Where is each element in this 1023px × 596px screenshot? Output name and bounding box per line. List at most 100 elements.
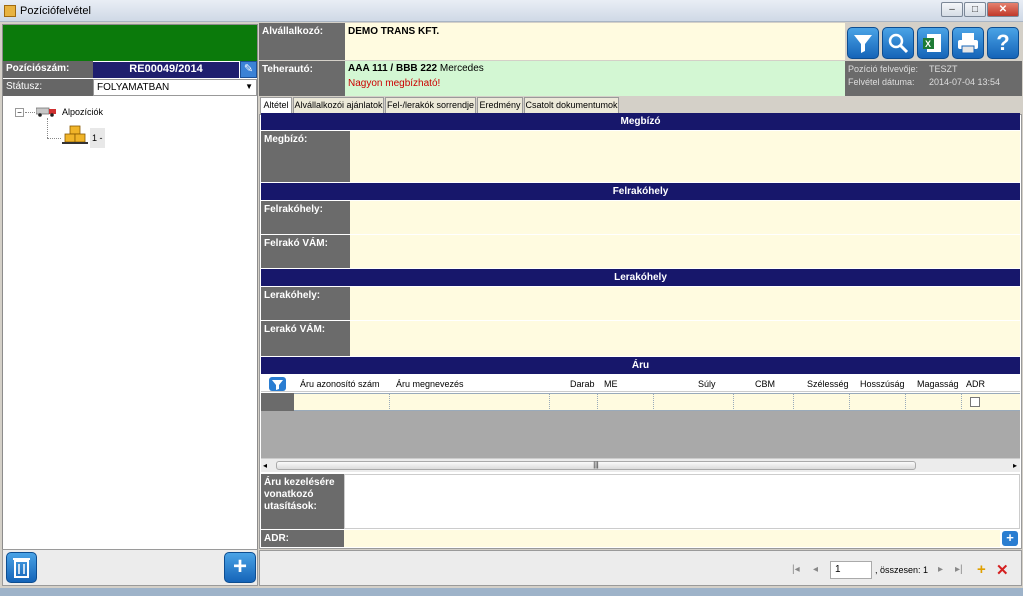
tab-csatolt-dokumentumok[interactable]: Csatolt dokumentumok [524, 97, 619, 114]
table-row[interactable] [294, 393, 1020, 411]
col-suly[interactable]: Súly [695, 376, 719, 392]
scroll-left-icon[interactable]: ◂ [263, 461, 267, 470]
first-page-icon[interactable]: |◂ [792, 564, 800, 575]
filter-icon [854, 35, 872, 53]
cell-aru-azonosito[interactable] [294, 394, 390, 411]
last-page-icon[interactable]: ▸| [955, 564, 963, 575]
felrako-vam-label: Felrakó VÁM: [261, 235, 350, 268]
scrollbar-thumb[interactable]: ||| [276, 461, 916, 470]
help-icon: ? [996, 30, 1010, 55]
tree-root-label[interactable]: Alpozíciók [62, 107, 103, 117]
status-color-bar [3, 25, 257, 61]
tree-child-label[interactable]: 1 - [90, 128, 105, 148]
col-adr[interactable]: ADR [963, 376, 988, 392]
kezeles-label: Áru kezelésére vonatkozó utasítások: [261, 474, 344, 529]
grid-horizontal-scrollbar[interactable]: ◂ ||| ▸ [261, 458, 1020, 472]
kezeles-field[interactable] [344, 474, 1020, 529]
cell-me[interactable] [598, 394, 654, 411]
grid-row-header [261, 393, 294, 411]
teherauto-plate: AAA 111 / BBB 222 [348, 63, 438, 74]
col-magassag[interactable]: Magasság [914, 376, 962, 392]
pozicioszam-value: RE00049/2014 [93, 62, 239, 78]
teherauto-field[interactable]: AAA 111 / BBB 222 Mercedes Nagyon megbíz… [345, 61, 845, 96]
svg-text:X: X [925, 39, 931, 49]
felrako-vam-field[interactable] [350, 235, 1020, 268]
tree-line [25, 112, 35, 113]
tab-fel-lerakok-sorrendje[interactable]: Fel-/lerakók sorrendje [385, 97, 476, 114]
prev-page-icon[interactable]: ◂ [813, 564, 818, 575]
truck-icon [35, 106, 58, 117]
boxes-icon [61, 124, 89, 146]
next-page-icon[interactable]: ▸ [938, 564, 943, 575]
col-aru-megnevezes[interactable]: Áru megnevezés [393, 376, 467, 392]
col-darab[interactable]: Darab [567, 376, 598, 392]
grid-filter-icon[interactable] [269, 377, 286, 391]
adr-label: ADR: [261, 530, 344, 547]
add-record-icon[interactable]: + [977, 561, 986, 578]
meta-info-panel: Pozíció felvevője: TESZT Felvétel dátuma… [845, 61, 1022, 96]
aru-grid-header: Áru azonosító szám Áru megnevezés Darab … [261, 376, 1020, 392]
left-panel: Pozíciószám: RE00049/2014 ✎ Státusz: FOL… [2, 24, 258, 586]
status-label: Státusz: [3, 79, 93, 96]
scroll-right-icon[interactable]: ▸ [1013, 461, 1017, 470]
filter-button[interactable] [847, 27, 879, 59]
tree-line [47, 138, 61, 139]
trash-icon[interactable] [6, 552, 37, 583]
felvevo-value: TESZT [929, 64, 958, 74]
lerako-vam-field[interactable] [350, 321, 1020, 356]
section-megbizo-header: Megbízó [261, 113, 1020, 130]
cell-suly[interactable] [654, 394, 734, 411]
status-select-value: FOLYAMATBAN [97, 82, 170, 93]
delete-record-icon[interactable]: ✕ [996, 561, 1009, 579]
pozicioszam-label: Pozíciószám: [3, 61, 93, 78]
lerako-vam-label: Lerakó VÁM: [261, 321, 350, 356]
wrench-icon[interactable]: ✎ [240, 61, 257, 78]
adr-checkbox[interactable] [970, 397, 980, 407]
tab-eredmeny[interactable]: Eredmény [477, 97, 523, 114]
taskbar-strip [0, 588, 1023, 596]
felrakohely-field[interactable] [350, 201, 1020, 234]
cell-hosszusag[interactable] [850, 394, 906, 411]
help-button[interactable]: ? [987, 27, 1019, 59]
cell-szelesseg[interactable] [794, 394, 850, 411]
lerakohely-label: Lerakóhely: [261, 287, 350, 320]
app-icon [4, 5, 16, 17]
search-button[interactable] [882, 27, 914, 59]
excel-export-button[interactable]: X [917, 27, 949, 59]
chevron-down-icon: ▼ [245, 82, 253, 91]
cell-cbm[interactable] [734, 394, 794, 411]
printer-icon [958, 33, 978, 54]
felvevo-label: Pozíció felvevője: [848, 64, 919, 74]
col-aru-azonosito[interactable]: Áru azonosító szám [297, 376, 383, 392]
search-icon [888, 33, 909, 54]
add-icon[interactable]: + [224, 552, 256, 583]
page-input[interactable]: 1 [830, 561, 872, 579]
print-button[interactable] [952, 27, 984, 59]
teherauto-label: Teherautó: [259, 61, 345, 96]
alvallalkozo-field[interactable]: DEMO TRANS KFT. [345, 23, 845, 60]
maximize-button[interactable]: □ [964, 2, 986, 17]
tree-line [47, 118, 48, 138]
window-title: Pozíciófelvétel [20, 5, 91, 17]
felrakohely-label: Felrakóhely: [261, 201, 350, 234]
add-adr-icon[interactable]: + [1002, 531, 1018, 546]
minimize-button[interactable]: – [941, 2, 963, 17]
megbizo-label: Megbízó: [261, 131, 350, 182]
col-hosszusag[interactable]: Hosszúság [857, 376, 908, 392]
lerakohely-field[interactable] [350, 287, 1020, 320]
col-cbm[interactable]: CBM [752, 376, 778, 392]
cell-darab[interactable] [550, 394, 598, 411]
status-select[interactable]: FOLYAMATBAN ▼ [93, 79, 257, 96]
datum-value: 2014-07-04 13:54 [929, 77, 1001, 87]
col-szelesseg[interactable]: Szélesség [804, 376, 852, 392]
cell-aru-megnevezes[interactable] [390, 394, 550, 411]
tree-collapse-toggle[interactable]: − [15, 108, 24, 117]
adr-field[interactable] [344, 530, 1000, 547]
megbizo-field[interactable] [350, 131, 1020, 182]
tab-alvallalkozoi-ajanlatok[interactable]: Alvállalkozói ajánlatok [293, 97, 384, 114]
col-me[interactable]: ME [601, 376, 621, 392]
cell-magassag[interactable] [906, 394, 962, 411]
close-button[interactable]: ✕ [987, 2, 1019, 17]
section-felrakohely-header: Felrakóhely [261, 183, 1020, 200]
section-aru-header: Áru [261, 357, 1020, 374]
